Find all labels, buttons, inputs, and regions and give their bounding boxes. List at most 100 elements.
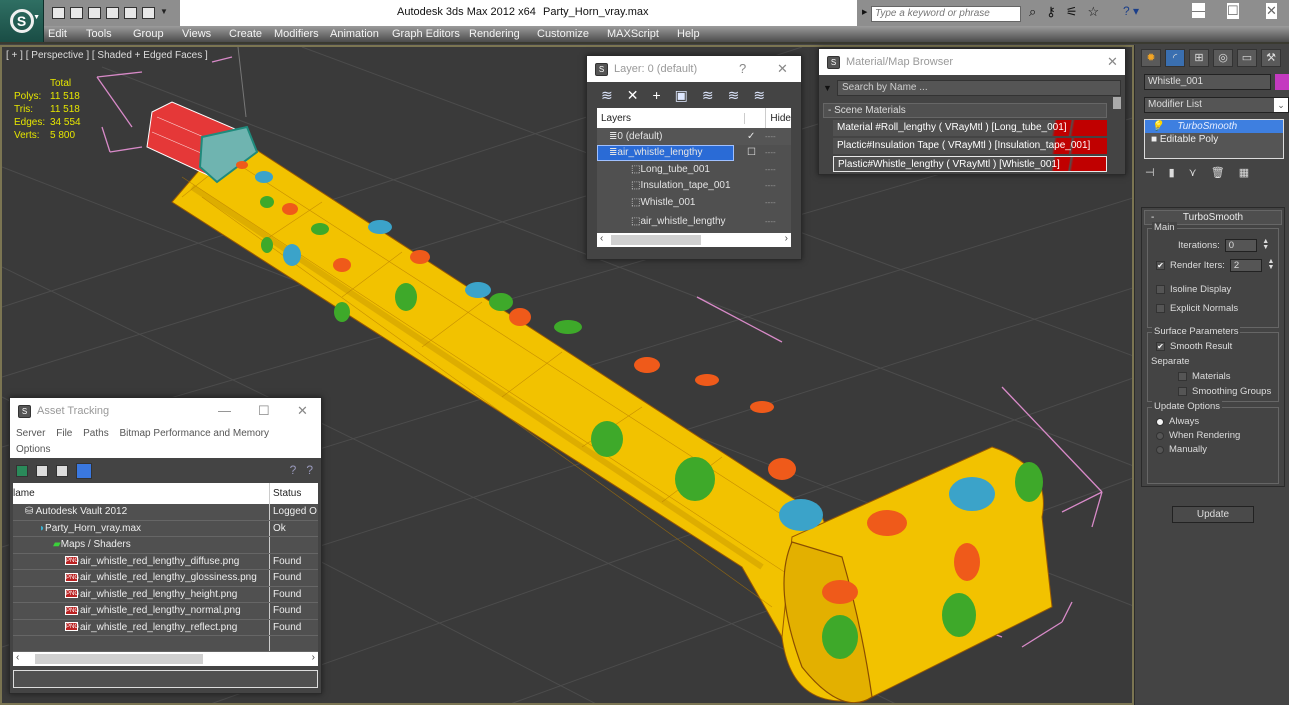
show-end-result-icon[interactable]: ▮ (1169, 166, 1175, 179)
hide-toggle[interactable]: ---- (765, 132, 776, 141)
scene-materials-group[interactable]: - Scene Materials (823, 103, 1107, 118)
hold-icon[interactable] (142, 7, 155, 19)
material-browser-titlebar[interactable]: S Material/Map Browser ✕ (819, 49, 1125, 75)
minimize-button[interactable]: — (1192, 3, 1205, 18)
object-name-field[interactable]: Whistle_001 (1144, 74, 1271, 90)
favorites-star-icon[interactable]: ☆ (1087, 4, 1099, 20)
render-iters-spinner[interactable]: ▲ ▼ (1267, 258, 1275, 272)
menu-options[interactable]: Options (16, 444, 50, 455)
update-button[interactable]: Update (1172, 506, 1254, 523)
menu-edit[interactable]: Edit (48, 28, 67, 40)
open-file-icon[interactable] (52, 7, 65, 19)
render-iters-checkbox[interactable]: ✔ (1156, 261, 1165, 270)
help-icon[interactable]: ? ▾ (1123, 4, 1139, 18)
undo-icon[interactable] (88, 7, 101, 19)
name-column-header[interactable]: lame (13, 483, 270, 504)
close-button[interactable]: ✕ (1107, 54, 1118, 70)
asset-row[interactable]: ▰Maps / Shaders (13, 537, 318, 554)
render-iters-input[interactable]: 2 (1229, 259, 1262, 272)
save-file-icon[interactable] (70, 7, 83, 19)
asset-row[interactable]: PNGair_whistle_red_lengthy_glossiness.pn… (13, 570, 318, 587)
maximize-button[interactable]: ☐ (258, 403, 270, 419)
select-objects-icon[interactable]: ▣ (675, 87, 688, 104)
vertical-scrollbar[interactable] (1113, 97, 1121, 109)
menu-views[interactable]: Views (182, 28, 211, 40)
layers-column-header[interactable]: Layers (597, 112, 745, 124)
hide-column-header[interactable]: Hide (766, 113, 791, 124)
layer-horizontal-scrollbar[interactable]: ‹ › (597, 232, 791, 247)
list-view-icon[interactable] (36, 464, 48, 477)
menu-rendering[interactable]: Rendering (469, 28, 520, 40)
asset-row[interactable]: ⛁ Autodesk Vault 2012 Logged O (13, 504, 318, 521)
update-when-rendering-radio[interactable] (1156, 431, 1164, 440)
menu-maxscript[interactable]: MAXScript (607, 28, 659, 40)
hide-toggle[interactable]: ---- (765, 181, 776, 190)
current-layer-checkbox[interactable]: ☐ (747, 147, 756, 158)
material-item-selected[interactable]: Plastic#Whistle_lengthy ( VRayMtl ) [Whi… (833, 156, 1107, 172)
object-color-swatch[interactable] (1275, 74, 1289, 90)
menu-file[interactable]: File (56, 428, 72, 439)
motion-tab-icon[interactable]: ◎ (1213, 49, 1233, 67)
scroll-right-icon[interactable]: › (312, 652, 315, 663)
explicit-normals-checkbox[interactable] (1156, 304, 1165, 313)
material-item[interactable]: Material #Roll_lengthy ( VRayMtl ) [Long… (833, 120, 1107, 136)
layer-object-row[interactable]: ⬚ Long_tube_001 ---- (597, 161, 791, 178)
viewport-label[interactable]: [ + ] [ Perspective ] [ Shaded + Edged F… (6, 50, 208, 61)
subscription-key-icon[interactable]: ⚷ (1046, 4, 1056, 20)
help-button[interactable]: ? (739, 61, 746, 76)
hide-toggle[interactable]: ---- (765, 148, 776, 157)
communication-center-icon[interactable]: ⚟ (1066, 4, 1078, 20)
pin-stack-icon[interactable]: ⊣ (1145, 166, 1155, 179)
asset-row[interactable]: PNGair_whistle_red_lengthy_reflect.png F… (13, 619, 318, 636)
menu-graph-editors[interactable]: Graph Editors (392, 28, 460, 40)
layer-dialog-titlebar[interactable]: S Layer: 0 (default) ? ✕ (587, 56, 801, 82)
asset-row[interactable]: PNGair_whistle_red_lengthy_diffuse.png F… (13, 553, 318, 570)
display-tab-icon[interactable]: ▭ (1237, 49, 1257, 67)
scrollbar-thumb[interactable] (35, 654, 203, 664)
menu-modifiers[interactable]: Modifiers (274, 28, 319, 40)
expand-arrow-icon[interactable]: ▶ (862, 8, 867, 16)
close-button[interactable]: ✕ (1266, 3, 1277, 19)
current-layer-check-icon[interactable]: ✓ (747, 131, 755, 142)
asset-tracking-titlebar[interactable]: S Asset Tracking — ☐ ✕ (10, 398, 321, 424)
stack-item-turbosmooth[interactable]: 💡 TurboSmooth (1145, 120, 1283, 133)
scroll-right-icon[interactable]: › (785, 233, 788, 244)
context-help-icon[interactable]: ? (306, 463, 313, 477)
create-layer-icon[interactable]: ≋ (601, 87, 613, 104)
refresh-icon[interactable] (16, 464, 28, 477)
modify-tab-icon[interactable]: ◜ (1165, 49, 1185, 67)
modifier-list-dropdown[interactable]: Modifier List ⌄ (1144, 97, 1289, 113)
smooth-result-checkbox[interactable]: ✔ (1156, 342, 1165, 351)
search-by-name-input[interactable]: Search by Name ... (837, 80, 1121, 96)
material-item[interactable]: Plactic#Insulation Tape ( VRayMtl ) [Ins… (833, 138, 1107, 154)
help-icon[interactable]: ? (290, 463, 297, 477)
stack-item-editable-poly[interactable]: ■ Editable Poly (1145, 133, 1283, 146)
utilities-tab-icon[interactable]: ⚒ (1261, 49, 1281, 67)
update-always-radio[interactable] (1156, 417, 1164, 426)
layer-object-row[interactable]: ⬚ Insulation_tape_001 ---- (597, 178, 791, 195)
project-folder-icon[interactable] (106, 7, 119, 19)
lightbulb-icon[interactable]: 💡 (1151, 121, 1163, 132)
menu-group[interactable]: Group (133, 28, 164, 40)
hide-toggle[interactable]: ---- (765, 165, 776, 174)
customize-toolbar-dropdown-icon[interactable]: ▼ (160, 7, 168, 19)
binoculars-search-icon[interactable]: ⌕ (1029, 4, 1036, 20)
update-manually-radio[interactable] (1156, 445, 1164, 454)
thumbnail-view-icon[interactable] (56, 464, 68, 477)
scrollbar-thumb[interactable] (611, 234, 701, 245)
menu-paths[interactable]: Paths (83, 428, 109, 439)
make-unique-icon[interactable]: ⋎ (1189, 166, 1197, 179)
menu-help[interactable]: Help (677, 28, 700, 40)
infocenter-search-input[interactable]: Type a keyword or phrase (871, 6, 1021, 22)
asset-path-field[interactable] (13, 670, 318, 688)
status-column-header[interactable]: Status (270, 483, 301, 504)
menu-server[interactable]: Server (16, 428, 45, 439)
redo-icon[interactable] (124, 7, 137, 19)
table-view-icon[interactable] (76, 462, 92, 479)
layer-row[interactable]: ≣ 0 (default) ✓ ---- (597, 128, 791, 145)
layer-row-selected[interactable]: ≣ air_whistle_lengthy ☐ ---- (597, 144, 791, 162)
iterations-spinner[interactable]: ▲ ▼ (1262, 238, 1270, 252)
menu-animation[interactable]: Animation (330, 28, 379, 40)
hide-toggle[interactable]: ---- (765, 198, 776, 207)
iterations-input[interactable]: 0 (1224, 239, 1257, 252)
